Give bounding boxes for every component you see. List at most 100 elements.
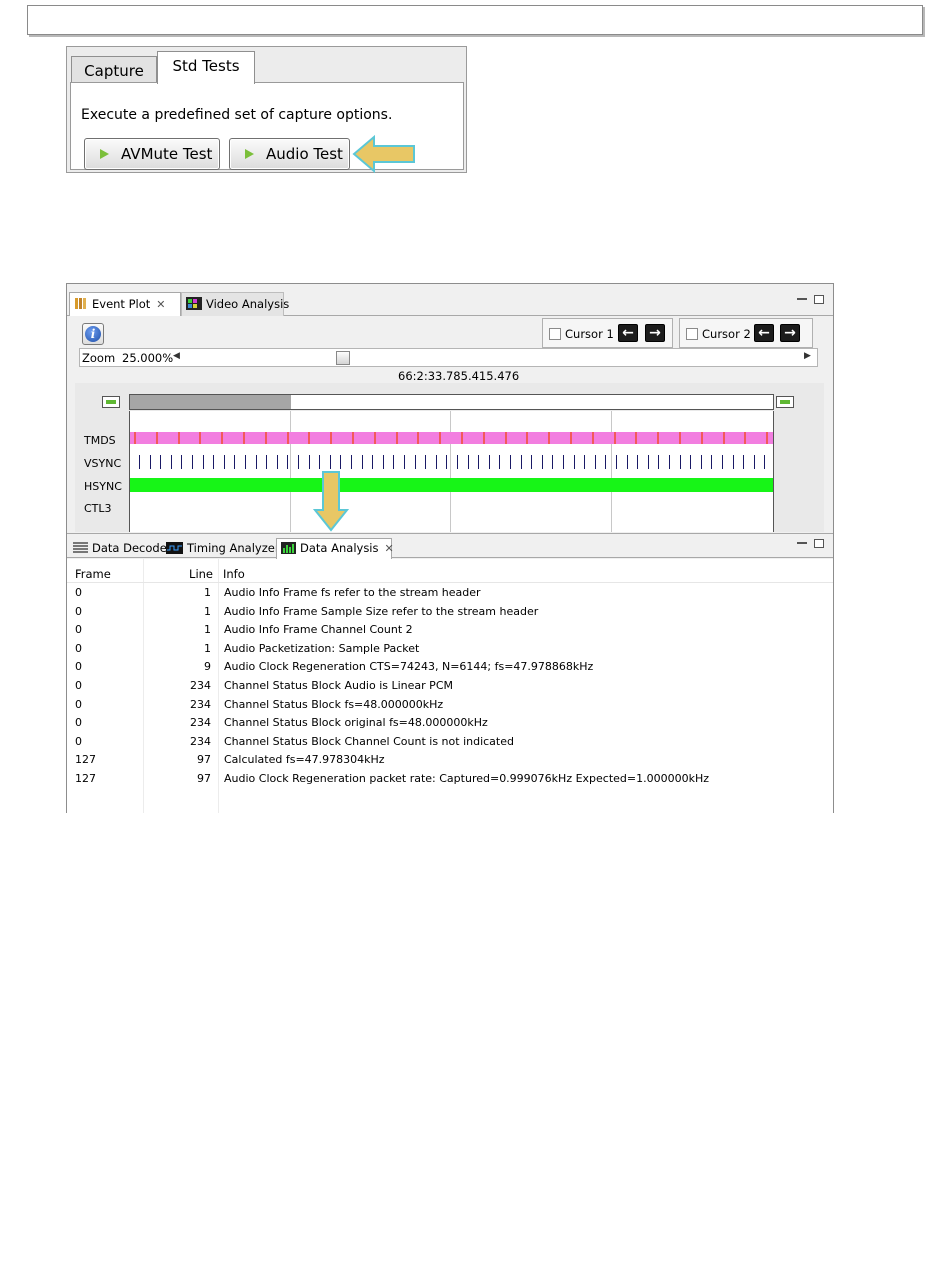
vsync-tick (266, 455, 268, 469)
tab-timing-analyzer[interactable]: Timing Analyzer (162, 539, 280, 559)
cell-info: Audio Packetization: Sample Packet (224, 641, 420, 655)
vsync-tick (679, 455, 681, 469)
close-icon[interactable]: ✕ (156, 298, 165, 311)
cursor1-group: Cursor 1 ← → (542, 318, 673, 348)
table-row[interactable]: 0 1 Audio Info Frame Channel Count 2 (67, 621, 833, 640)
tab-capture[interactable]: Capture (71, 56, 157, 84)
cell-info: Channel Status Block Audio is Linear PCM (224, 679, 453, 692)
table-row[interactable]: 0 1 Audio Packetization: Sample Packet (67, 640, 833, 659)
vsync-tick (584, 455, 586, 469)
close-icon[interactable]: ✕ (385, 542, 394, 555)
vsync-tick (425, 455, 427, 469)
tab-data-analysis-label: Data Analysis (300, 541, 379, 555)
minimize-icon[interactable] (797, 542, 807, 544)
avmute-test-button[interactable]: AVMute Test (84, 138, 220, 170)
cursor1-right-arrow-icon[interactable]: → (645, 324, 665, 342)
tmds-tick (199, 432, 202, 444)
tmds-tick (155, 432, 158, 444)
vsync-tick (647, 455, 649, 469)
zoom-row: Zoom 25.000% ◀ ▶ (79, 348, 818, 367)
zoom-scroll-right-icon[interactable]: ▶ (804, 351, 811, 361)
vsync-tick (255, 455, 257, 469)
vsync-tick (499, 455, 501, 469)
cell-info: Audio Clock Regeneration CTS=74243, N=61… (224, 660, 594, 674)
signal-label-ctl3: CTL3 (84, 502, 112, 515)
minimize-icon[interactable] (797, 298, 807, 300)
timing-analyzer-icon (166, 541, 183, 554)
vsync-tick (170, 455, 172, 469)
vsync-tick (626, 455, 628, 469)
tab-video-analysis[interactable]: Video Analysis (181, 292, 289, 316)
cell-frame: 127 (75, 772, 96, 785)
tmds-tick (635, 432, 638, 444)
zoom-slider-thumb[interactable] (336, 351, 350, 365)
plot-scroll-right-icon[interactable] (776, 396, 794, 408)
info-icon: i (85, 326, 101, 342)
cursor2-right-arrow-icon[interactable]: → (780, 324, 800, 342)
column-header-info[interactable]: Info (223, 567, 245, 582)
tab-data-analysis[interactable]: Data Analysis ✕ (276, 538, 394, 560)
tab-data-decode[interactable]: Data Decode (69, 539, 167, 559)
vsync-tick (541, 455, 543, 469)
event-plot-area: TMDS VSYNC HSYNC CTL3 (75, 383, 824, 532)
cell-info: Channel Status Block fs=48.000000kHz (224, 697, 444, 711)
table-row[interactable]: 127 97 Audio Clock Regeneration packet rat… (67, 770, 833, 789)
vsync-tick (467, 455, 469, 469)
plot-scrollbar[interactable] (129, 394, 774, 410)
plot-scrollbar-thumb[interactable] (130, 395, 291, 409)
tmds-tick (308, 432, 311, 444)
vsync-tick (298, 455, 299, 469)
cell-line: 97 (197, 753, 211, 767)
vsync-tick (764, 455, 766, 469)
top-title-bar (27, 5, 923, 35)
cell-frame: 0 (75, 641, 82, 655)
info-button[interactable]: i (82, 323, 104, 345)
cell-frame: 0 (75, 716, 82, 730)
hsync-signal-bar (130, 478, 773, 492)
cursor1-label: Cursor 1 (565, 327, 614, 341)
vsync-tick (276, 455, 278, 469)
maximize-icon[interactable] (814, 295, 824, 304)
maximize-icon[interactable] (814, 539, 824, 548)
plot-scroll-left-icon[interactable] (102, 396, 120, 408)
table-row[interactable]: 127 97 Calculated fs=47.978304kHz (67, 751, 833, 770)
cursor1-checkbox[interactable] (549, 328, 561, 340)
cursor2-left-arrow-icon[interactable]: ← (754, 324, 774, 342)
signal-canvas[interactable] (129, 411, 774, 532)
vsync-tick (329, 455, 331, 469)
table-row[interactable]: 0 1 Audio Info Frame fs refer to the strea… (67, 584, 833, 603)
grid-line (450, 411, 451, 532)
column-header-frame[interactable]: Frame (75, 567, 111, 582)
cell-frame: 0 (75, 734, 82, 748)
tmds-tick (177, 432, 180, 444)
cell-info: Audio Clock Regeneration packet rate: Ca… (224, 772, 710, 785)
vsync-tick (308, 455, 310, 469)
cursor2-checkbox[interactable] (686, 328, 698, 340)
video-analysis-icon (186, 297, 202, 310)
table-row[interactable]: 0 1 Audio Info Frame Sample Size refer to … (67, 603, 833, 622)
vsync-tick (340, 455, 342, 469)
play-icon (245, 148, 254, 159)
column-header-line[interactable]: Line (145, 567, 213, 582)
tab-std-tests[interactable]: Std Tests (157, 51, 255, 84)
audio-test-button[interactable]: Audio Test (229, 138, 350, 170)
zoom-scroll-left-icon[interactable]: ◀ (173, 351, 180, 361)
vsync-tick (404, 455, 405, 469)
table-row[interactable]: 0 234 Channel Status Block Channel Count i… (67, 733, 833, 752)
bottom-view-tabstrip: Data Decode Timing Analyzer Data Analysi… (67, 533, 833, 560)
zoom-value[interactable]: 25.000% (122, 350, 173, 366)
grid-line (611, 411, 612, 532)
tab-event-plot[interactable]: Event Plot ✕ (69, 292, 181, 316)
table-row[interactable]: 0 9 Audio Clock Regeneration CTS=74243, N=… (67, 658, 833, 677)
tmds-tick (264, 432, 267, 444)
table-row[interactable]: 0 234 Channel Status Block original fs=48.… (67, 714, 833, 733)
cursor1-left-arrow-icon[interactable]: ← (618, 324, 638, 342)
vsync-tick (435, 455, 437, 469)
table-row[interactable]: 0 234 Channel Status Block fs=48.000000kHz (67, 696, 833, 715)
vsync-tick (700, 455, 702, 469)
tmds-tick (766, 432, 769, 444)
table-row[interactable]: 0 234 Channel Status Block Audio is Linear… (67, 677, 833, 696)
tmds-tick (482, 432, 485, 444)
cell-info: Channel Status Block Channel Count is no… (224, 734, 514, 748)
tmds-tick (373, 432, 376, 444)
